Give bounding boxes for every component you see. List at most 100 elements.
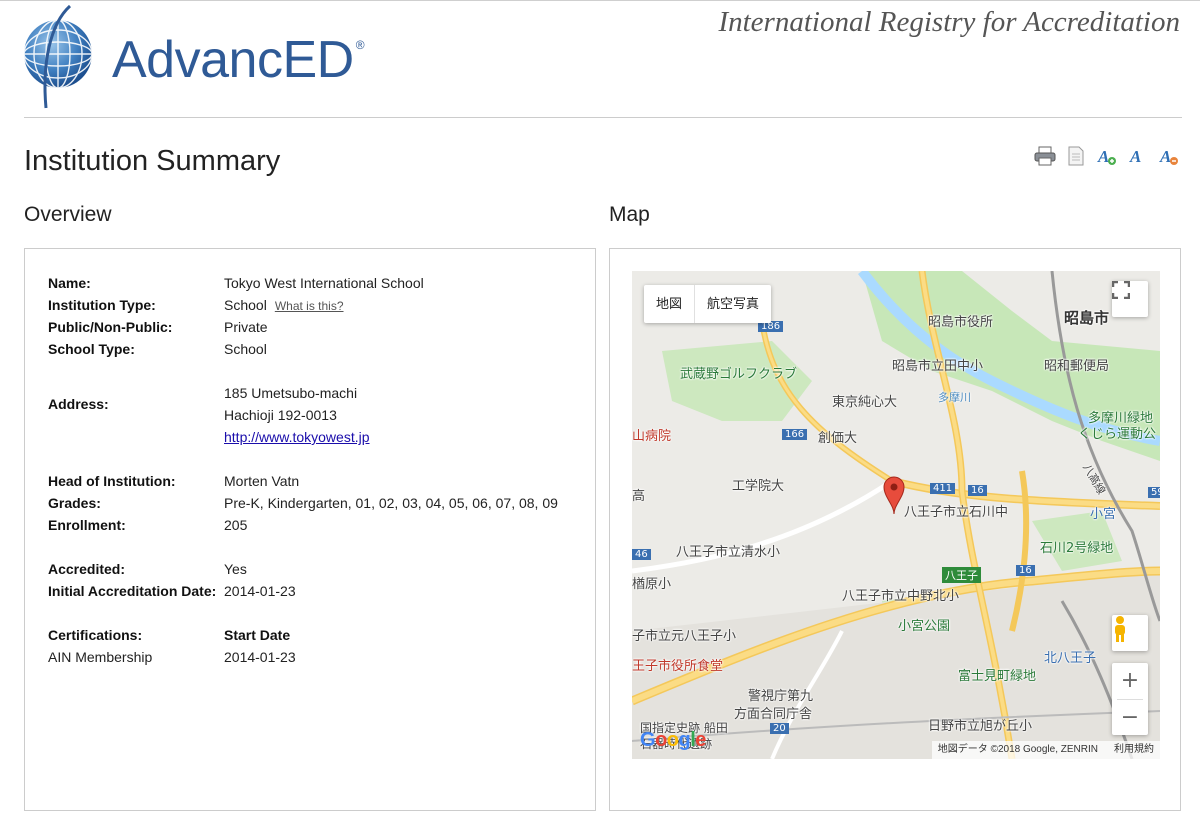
globe-logo-icon bbox=[23, 4, 93, 109]
route-shield: 411 bbox=[930, 483, 956, 494]
map-label: 八王子市立石川中 bbox=[904, 505, 1009, 520]
top-border bbox=[0, 0, 1200, 1]
map-label: 富士見町緑地 bbox=[958, 669, 1037, 684]
svg-text:A: A bbox=[1159, 147, 1171, 166]
registry-title: International Registry for Accreditation bbox=[718, 6, 1180, 38]
map-data-credit: 地図データ ©2018 Google, ZENRIN bbox=[937, 744, 1098, 755]
page-tools: A A A bbox=[1034, 145, 1180, 167]
map-label: 王子市役所食堂 bbox=[632, 659, 724, 674]
registered-mark: ® bbox=[355, 38, 365, 52]
map-label: くじら運動公 bbox=[1078, 427, 1157, 442]
route-shield: 166 bbox=[782, 429, 808, 440]
map-label: 高 bbox=[632, 489, 646, 504]
route-shield: 16 bbox=[968, 485, 987, 496]
map-label: 昭島市役所 bbox=[928, 315, 994, 330]
map-label: 八王子市立中野北小 bbox=[842, 589, 960, 604]
enrollment-value: 205 bbox=[224, 517, 248, 533]
head-value: Morten Vatn bbox=[224, 473, 300, 489]
school-type-label: School Type: bbox=[48, 341, 135, 357]
zoom-out-button[interactable]: − bbox=[1112, 699, 1148, 735]
address-line2: Hachioji 192-0013 bbox=[224, 407, 337, 423]
svg-text:A: A bbox=[1129, 147, 1141, 166]
name-label: Name: bbox=[48, 275, 91, 291]
head-label: Head of Institution: bbox=[48, 473, 176, 489]
map-label: 東京純心大 bbox=[832, 395, 898, 410]
print-icon[interactable] bbox=[1034, 145, 1056, 167]
accredited-value: Yes bbox=[224, 561, 247, 577]
pegman-icon bbox=[1115, 616, 1125, 642]
map-heading: Map bbox=[609, 203, 650, 226]
institution-type-text: School bbox=[224, 297, 267, 313]
terms-link[interactable]: 利用規約 bbox=[1114, 744, 1154, 755]
initial-accreditation-label: Initial Accreditation Date: bbox=[48, 583, 217, 599]
header-divider bbox=[24, 117, 1182, 118]
map-label: 小宮 bbox=[1090, 507, 1117, 522]
public-value: Private bbox=[224, 319, 268, 335]
map-label: 方面合同庁舎 bbox=[734, 707, 813, 722]
name-value: Tokyo West International School bbox=[224, 275, 424, 291]
logo-text: AdvancED bbox=[112, 31, 354, 89]
map-label: 工学院大 bbox=[732, 479, 785, 494]
fullscreen-button[interactable] bbox=[1112, 281, 1148, 317]
map-badge: 八王子 bbox=[942, 567, 981, 583]
map-label: 日野市立旭が丘小 bbox=[928, 719, 1033, 734]
logo-wordmark: AdvancED ® bbox=[112, 30, 365, 90]
map-label: 石川2号緑地 bbox=[1040, 541, 1114, 556]
page-title: Institution Summary bbox=[24, 145, 281, 177]
map-label: 北八王子 bbox=[1044, 651, 1097, 666]
map-label: 楢原小 bbox=[632, 577, 672, 592]
map-label: 小宮公園 bbox=[898, 619, 951, 634]
overview-panel: Name: Tokyo West International School In… bbox=[24, 248, 596, 811]
start-date-label: Start Date bbox=[224, 627, 291, 643]
zoom-control: + − bbox=[1112, 663, 1148, 735]
map-label: 警視庁第九 bbox=[748, 689, 814, 704]
enrollment-label: Enrollment: bbox=[48, 517, 126, 533]
map-type-selector: 地図 航空写真 bbox=[644, 285, 772, 323]
accredited-label: Accredited: bbox=[48, 561, 126, 577]
address-line1: 185 Umetsubo-machi bbox=[224, 385, 358, 401]
public-label: Public/Non-Public: bbox=[48, 319, 173, 335]
map-label: 昭島市 bbox=[1064, 309, 1110, 327]
document-icon[interactable] bbox=[1065, 145, 1087, 167]
map-label: 子市立元八王子小 bbox=[632, 629, 737, 644]
advanced-logo[interactable]: AdvancED ® bbox=[20, 4, 370, 112]
what-is-this-link[interactable]: What is this? bbox=[275, 299, 344, 313]
map-type-satellite-button[interactable]: 航空写真 bbox=[695, 285, 771, 323]
svg-text:A: A bbox=[1097, 147, 1109, 166]
school-type-value: School bbox=[224, 341, 267, 357]
increase-font-icon[interactable]: A bbox=[1096, 145, 1118, 167]
route-shield: 59 bbox=[1148, 487, 1160, 498]
route-shield: 16 bbox=[1016, 565, 1035, 576]
fullscreen-icon bbox=[1112, 281, 1130, 299]
overview-heading: Overview bbox=[24, 203, 112, 226]
certifications-label: Certifications: bbox=[48, 627, 143, 643]
route-shield: 46 bbox=[632, 549, 651, 560]
decrease-font-icon[interactable]: A bbox=[1158, 145, 1180, 167]
institution-type-label: Institution Type: bbox=[48, 297, 156, 313]
map-label: 創価大 bbox=[818, 431, 858, 446]
default-font-icon[interactable]: A bbox=[1127, 145, 1149, 167]
grades-label: Grades: bbox=[48, 495, 101, 511]
grades-value: Pre-K, Kindergarten, 01, 02, 03, 04, 05,… bbox=[224, 495, 558, 511]
map-attribution: 地図データ ©2018 Google, ZENRIN 利用規約 bbox=[931, 741, 1160, 759]
zoom-in-button[interactable]: + bbox=[1112, 663, 1148, 699]
website-link[interactable]: http://www.tokyowest.jp bbox=[224, 426, 370, 448]
map-type-map-button[interactable]: 地図 bbox=[644, 285, 694, 323]
map-label: 昭和郵便局 bbox=[1044, 359, 1110, 374]
certification-start: 2014-01-23 bbox=[224, 649, 296, 665]
google-logo: Google bbox=[640, 729, 706, 751]
route-shield: 20 bbox=[770, 723, 789, 734]
map-label: 武蔵野ゴルフクラブ bbox=[680, 367, 798, 382]
address-label: Address: bbox=[48, 396, 109, 412]
map-label: 多摩川 bbox=[938, 391, 971, 404]
certification-name: AIN Membership bbox=[48, 649, 153, 665]
map-label: 山病院 bbox=[632, 429, 672, 444]
map-tiles bbox=[632, 271, 1160, 759]
map-panel: 昭島市役所 昭島市 昭島市立田中小 昭和郵便局 武蔵野ゴルフクラブ 東京純心大 … bbox=[609, 248, 1181, 811]
street-view-button[interactable] bbox=[1112, 615, 1148, 651]
map-label: 昭島市立田中小 bbox=[892, 359, 984, 374]
map-label: 八王子市立清水小 bbox=[676, 545, 781, 560]
initial-accreditation-value: 2014-01-23 bbox=[224, 583, 296, 599]
map-canvas[interactable]: 昭島市役所 昭島市 昭島市立田中小 昭和郵便局 武蔵野ゴルフクラブ 東京純心大 … bbox=[632, 271, 1160, 759]
institution-type-value: School What is this? bbox=[224, 294, 344, 317]
